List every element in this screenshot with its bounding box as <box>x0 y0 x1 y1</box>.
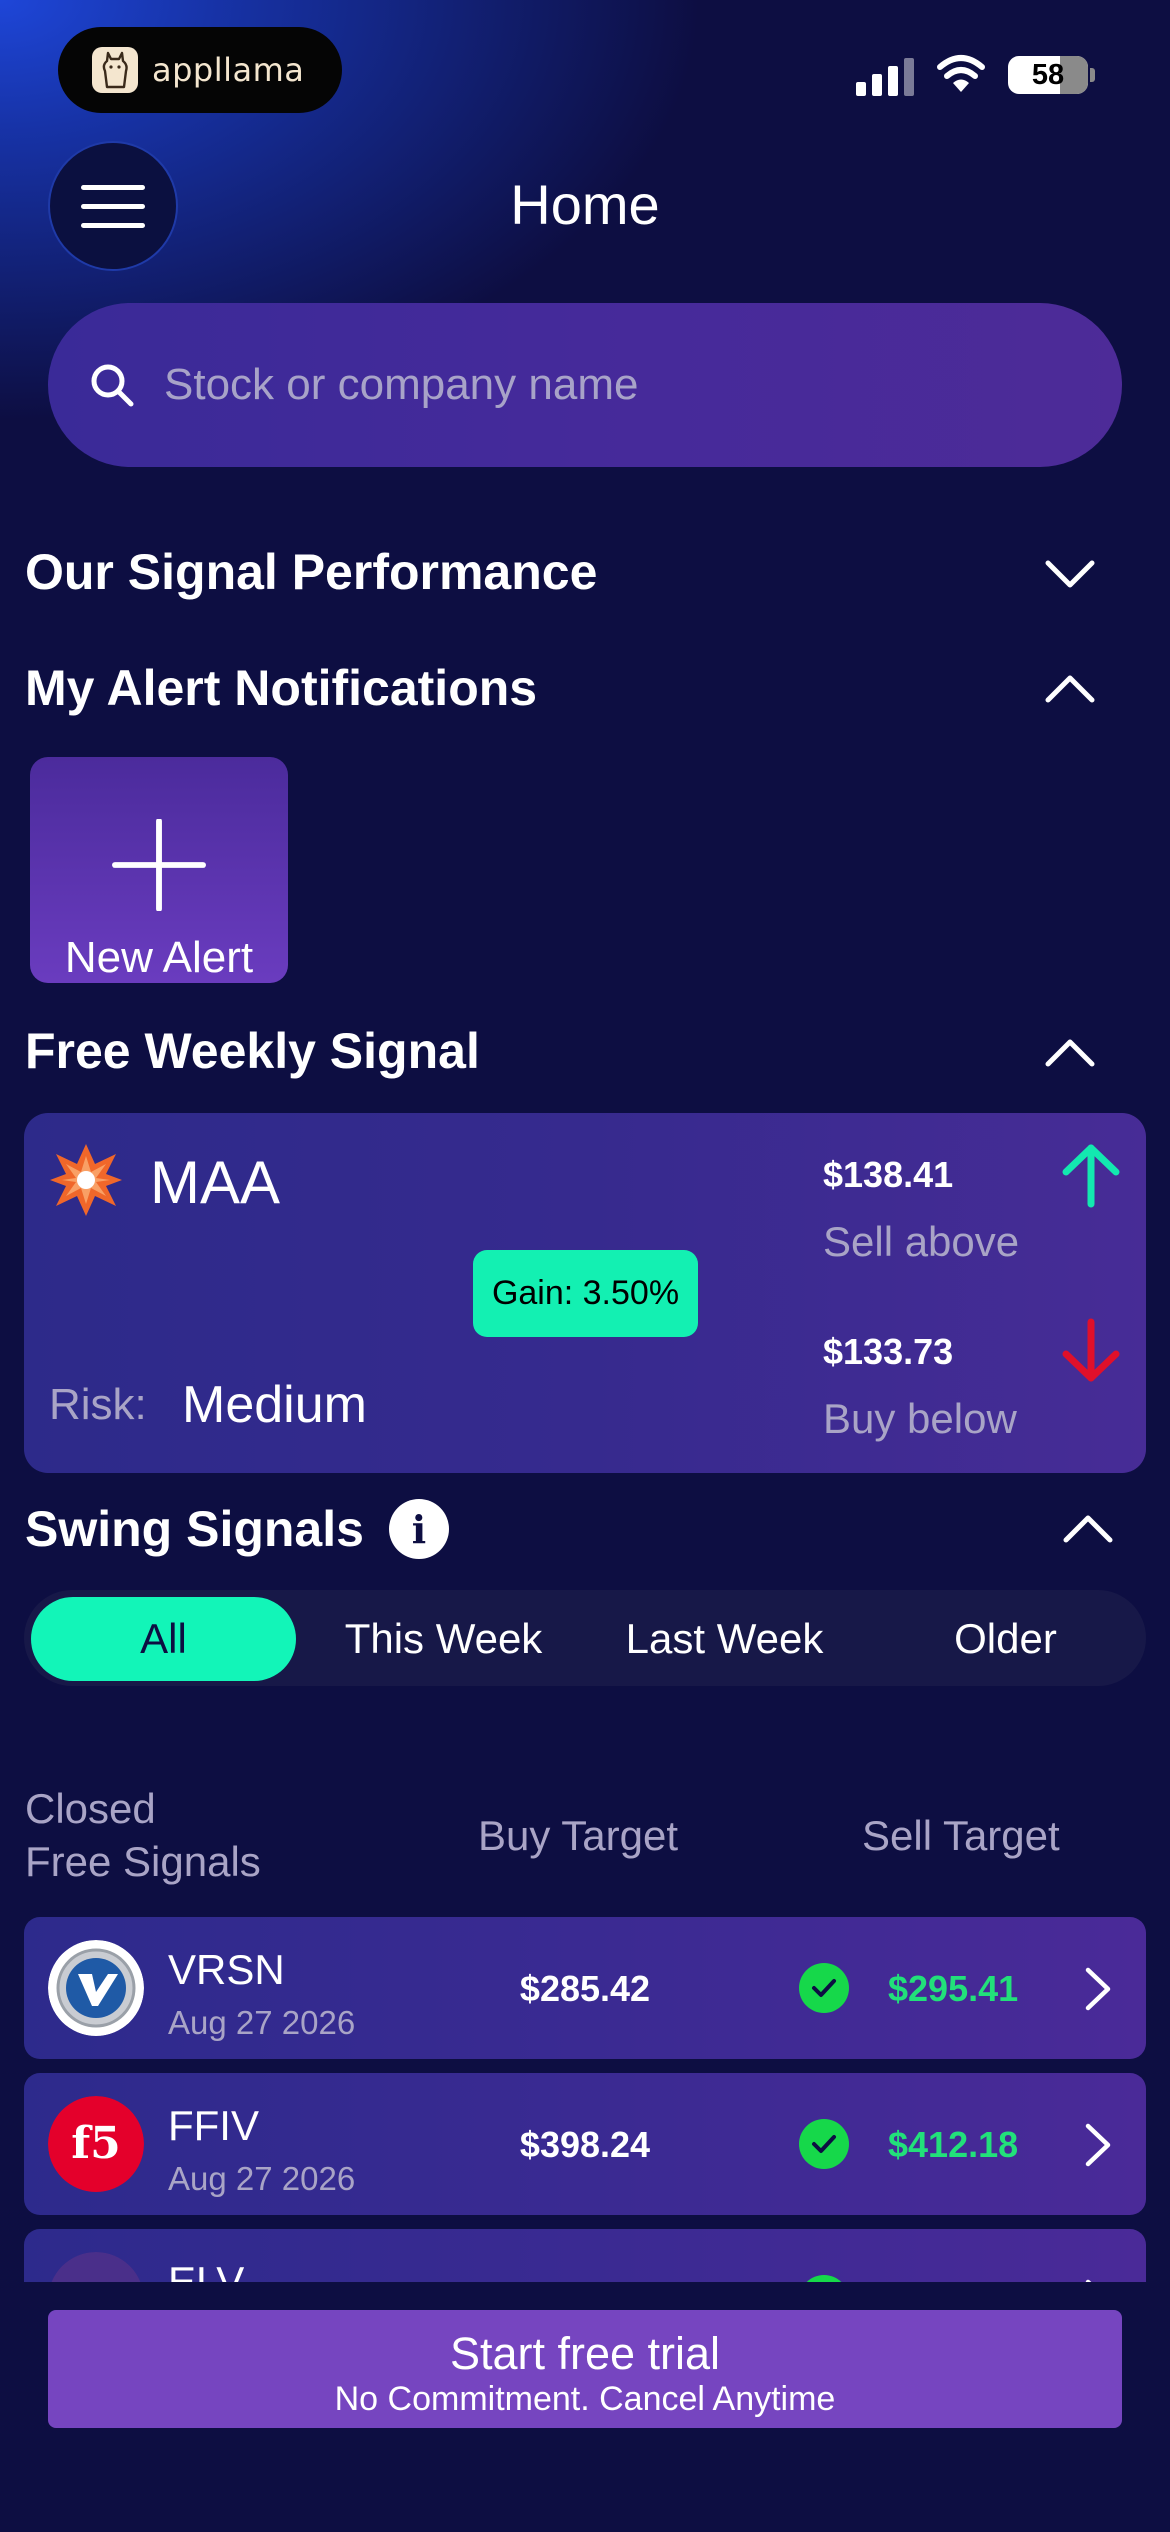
tab-last-week[interactable]: Last Week <box>592 1597 857 1681</box>
start-free-trial-button[interactable]: Start free trial No Commitment. Cancel A… <box>48 2310 1122 2428</box>
gain-badge: Gain: 3.50% <box>473 1250 698 1337</box>
info-icon[interactable]: i <box>389 1499 449 1559</box>
row-buy-target: $285.42 <box>519 1968 651 2009</box>
sell-above-label: Sell above <box>823 1218 1020 1265</box>
search-bar[interactable] <box>48 303 1122 467</box>
section-title-swing: Swing Signals <box>25 1501 364 1557</box>
weekly-ticker: MAA <box>150 1149 281 1216</box>
buy-below-price: $133.73 <box>823 1331 954 1372</box>
vrsn-logo-icon <box>48 1940 144 2036</box>
column-header-sell-target: Sell Target <box>862 1812 1060 1859</box>
column-header-closed: Closed <box>25 1785 156 1832</box>
trial-subtitle: No Commitment. Cancel Anytime <box>334 2380 836 2418</box>
row-ticker: FFIV <box>168 2102 259 2149</box>
chevron-right-icon[interactable] <box>1080 1964 1116 2014</box>
row-sell-target: $295.41 <box>888 1968 1019 2009</box>
row-sell-target: $412.18 <box>888 2124 1019 2165</box>
section-title-weekly: Free Weekly Signal <box>25 1023 480 1079</box>
tab-older[interactable]: Older <box>873 1597 1138 1681</box>
risk-label: Risk: <box>49 1380 147 1429</box>
tab-all[interactable]: All <box>31 1597 296 1681</box>
section-title-alerts: My Alert Notifications <box>25 660 538 716</box>
chevron-right-icon[interactable] <box>1080 2120 1116 2170</box>
page-title: Home <box>510 173 660 236</box>
wifi-icon <box>935 52 987 99</box>
sell-above-price: $138.41 <box>823 1154 954 1195</box>
tab-this-week[interactable]: This Week <box>311 1597 576 1681</box>
checkmark-icon <box>799 1963 849 2013</box>
brand-name: appllama <box>152 51 305 89</box>
svg-text:f5: f5 <box>71 2118 121 2169</box>
checkmark-icon <box>799 2119 849 2169</box>
battery-nub <box>1090 68 1095 82</box>
new-alert-label: New Alert <box>64 933 254 982</box>
brand-pill: appllama <box>58 27 342 113</box>
row-date: Aug 27 2026 <box>168 2160 356 2197</box>
buy-below-label: Buy below <box>823 1395 1017 1442</box>
battery-level: 58 <box>1031 58 1065 91</box>
arrow-down-icon <box>1062 1318 1120 1382</box>
cellular-signal-icon <box>856 56 914 96</box>
row-date: Aug 27 2026 <box>168 2004 356 2041</box>
chevron-up-icon[interactable] <box>1058 1508 1118 1548</box>
column-header-free-signals: Free Signals <box>25 1838 261 1885</box>
battery-indicator: 58 <box>1008 56 1088 94</box>
risk-value: Medium <box>182 1376 367 1434</box>
trial-title: Start free trial <box>449 2328 721 2379</box>
chevron-down-icon[interactable] <box>1040 553 1100 593</box>
search-icon <box>91 364 134 407</box>
row-ticker: VRSN <box>168 1946 285 1993</box>
llama-logo-icon <box>92 47 138 93</box>
column-header-buy-target: Buy Target <box>478 1812 679 1859</box>
section-title-performance: Our Signal Performance <box>25 544 598 600</box>
chevron-up-icon[interactable] <box>1040 1032 1100 1072</box>
plus-icon <box>112 819 206 911</box>
ffiv-logo-icon: f5 <box>48 2096 144 2192</box>
row-buy-target: $398.24 <box>519 2124 651 2165</box>
new-alert-button[interactable]: New Alert <box>30 757 288 983</box>
arrow-up-icon <box>1062 1144 1120 1208</box>
maa-logo-icon <box>50 1144 122 1216</box>
search-input[interactable] <box>164 360 1064 410</box>
chevron-up-icon[interactable] <box>1040 668 1100 708</box>
